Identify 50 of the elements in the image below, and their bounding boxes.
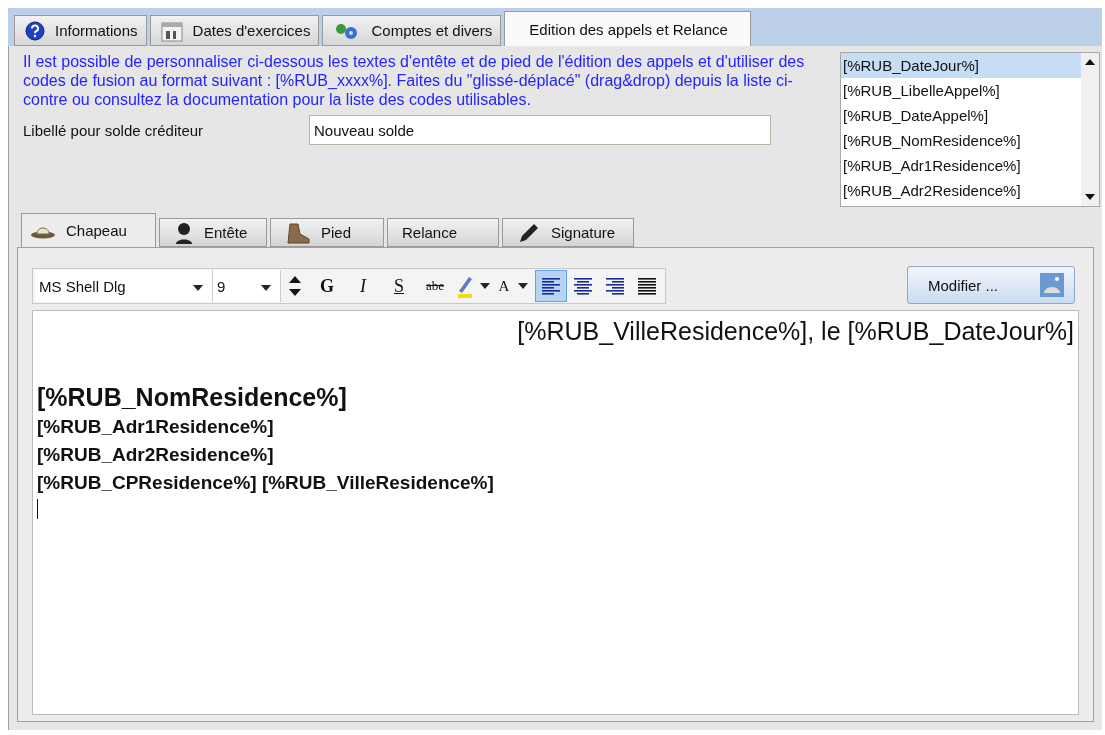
- align-justify-icon: [635, 275, 659, 297]
- list-item[interactable]: [%RUB_DateAppel%]: [841, 103, 1081, 128]
- text-cursor: [37, 499, 38, 519]
- input-field[interactable]: Nouveau solde: [309, 115, 771, 145]
- format-button[interactable]: S: [381, 271, 417, 301]
- editor-line: [%RUB_Adr1Residence%]: [37, 415, 275, 439]
- help-icon: [25, 20, 45, 41]
- tab[interactable]: Relance: [387, 218, 499, 247]
- tab[interactable]: Informations: [14, 15, 147, 46]
- image-icon: [1040, 273, 1064, 297]
- tab[interactable]: Entête: [159, 218, 267, 247]
- list-item[interactable]: [%RUB_NomResidence%]: [841, 128, 1081, 153]
- tab[interactable]: Signature: [502, 218, 634, 247]
- editor-line: [%RUB_NomResidence%]: [37, 382, 348, 413]
- list-item[interactable]: [%RUB_DateJour%]: [841, 53, 1081, 78]
- tab[interactable]: Chapeau: [21, 213, 156, 247]
- tab[interactable]: Dates d'exercices: [149, 15, 320, 46]
- list-item[interactable]: [%RUB_Adr2Residence%]: [841, 178, 1081, 203]
- caret-icon[interactable]: [517, 282, 529, 290]
- scroll-up-icon[interactable]: [1085, 59, 1095, 65]
- format-button[interactable]: abe: [417, 271, 453, 301]
- align-left-icon: [539, 275, 563, 297]
- field-label: Libellé pour solde créditeur: [23, 121, 205, 139]
- font-dropdown[interactable]: MS Shell Dlg: [35, 270, 213, 302]
- font-color-button[interactable]: A: [491, 271, 517, 301]
- modify-button[interactable]: Modifier ...: [907, 266, 1075, 304]
- align-center-icon: [571, 275, 595, 297]
- scroll-down-icon[interactable]: [1085, 194, 1095, 200]
- calendar-icon: [160, 19, 183, 42]
- caret-icon[interactable]: [260, 283, 272, 292]
- align-right-icon: [603, 275, 627, 297]
- tab[interactable]: Edition des appels et Relance: [504, 11, 751, 46]
- list-item[interactable]: [%RUB_LibelleAppel%]: [841, 78, 1081, 103]
- editor-line: [%RUB_Adr2Residence%]: [37, 443, 275, 467]
- pencil-icon: [517, 221, 541, 244]
- tab[interactable]: Pied: [270, 218, 384, 247]
- tab[interactable]: Comptes et divers: [322, 15, 502, 46]
- person-icon: [174, 221, 194, 244]
- editor-line: [%RUB_VilleResidence%], le [%RUB_DateJour%]: [516, 316, 1074, 347]
- description-text: Il est possible de personnaliser ci-dessous les textes d'entête et de pied de l'édition des appels et d'utiliser des codes de fusion au format suivant : [%RUB_xxxx%]. Faites du "glissé-déplacé" (drag&drop) depuis la liste ci-contre ou consultez la documentation pour la liste des codes utilisables.: [23, 52, 806, 109]
- caret-icon[interactable]: [192, 283, 204, 292]
- list-item[interactable]: [%RUB_Adr1Residence%]: [841, 153, 1081, 178]
- format-button[interactable]: I: [345, 271, 381, 301]
- format-button[interactable]: G: [309, 271, 345, 301]
- boot-icon: [285, 221, 311, 244]
- text-editor[interactable]: [%RUB_VilleResidence%], le [%RUB_DateJour%] [%RUB_NomResidence%] [%RUB_Adr1Residence%] [%RUB_Adr2Residence%] [%RUB_CPResidence%] [%RUB_VilleResidence%]: [32, 310, 1079, 715]
- size-dropdown[interactable]: 9: [213, 270, 281, 302]
- caret-icon[interactable]: [479, 282, 491, 290]
- editor-line: [%RUB_CPResidence%] [%RUB_VilleResidence%]: [37, 471, 495, 495]
- align-button[interactable]: [535, 270, 567, 302]
